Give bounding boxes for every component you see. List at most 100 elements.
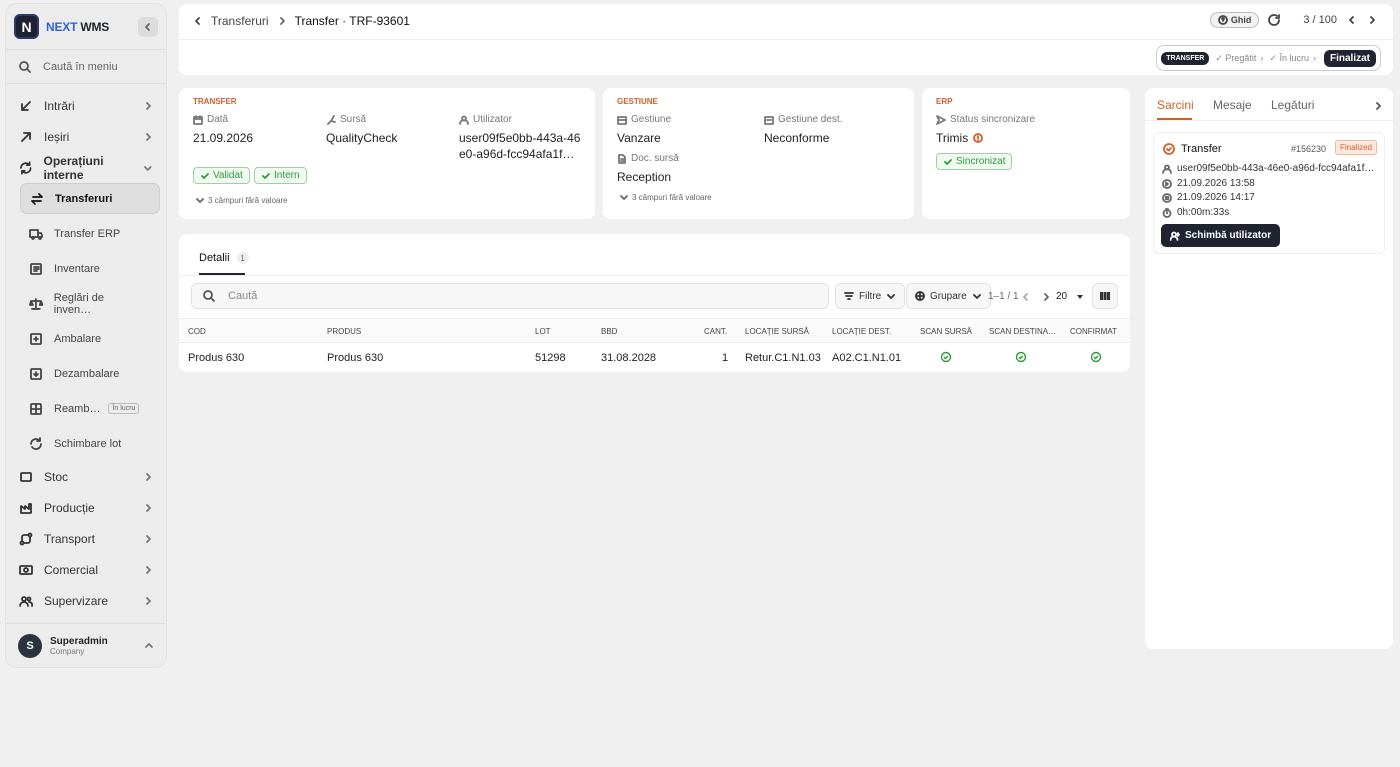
change-user-button[interactable]: Schimbă utilizator xyxy=(1161,224,1281,247)
section-title: TRANSFER xyxy=(193,97,237,106)
column-header[interactable]: Cant. xyxy=(704,327,727,336)
columns-icon xyxy=(1100,292,1110,300)
nav-sub-ambalare[interactable]: Ambalare xyxy=(6,321,166,356)
source-icon xyxy=(327,114,336,125)
menu-search[interactable]: Caută în meniu xyxy=(6,50,166,84)
column-header[interactable]: Cod xyxy=(188,327,206,336)
chevron-right-icon xyxy=(146,534,151,543)
brand-wms: WMS xyxy=(80,19,110,34)
nav-sub-transfer-erp[interactable]: Transfer ERP xyxy=(6,216,166,251)
nav-sub-reglari[interactable]: Reglări de inven… xyxy=(6,286,166,321)
column-header[interactable]: BBD xyxy=(601,327,617,336)
cell-bbd: 31.08.2028 xyxy=(601,352,657,364)
nav-sub-dezambalare[interactable]: Dezambalare xyxy=(6,356,166,391)
nav-sub-inventare[interactable]: Inventare xyxy=(6,251,166,286)
nav-label: Transport xyxy=(44,531,95,546)
tag-label: Sincronizat xyxy=(956,156,1006,167)
task-card[interactable]: Transfer #156230 Finalized user09f5e0bb-… xyxy=(1153,132,1385,254)
field-doc-sursa: Doc. sursă Reception xyxy=(617,153,679,185)
chevron-right-icon xyxy=(146,565,151,574)
tab-legaturi[interactable]: Legături xyxy=(1271,98,1314,112)
check-circle-icon xyxy=(1015,351,1027,363)
field-source: Sursă QualityCheck xyxy=(326,114,397,146)
nav-comercial[interactable]: Comercial xyxy=(6,554,166,585)
nav-sub-label: Transferuri xyxy=(55,192,113,205)
column-header[interactable]: Scan sursă xyxy=(920,327,972,336)
clipboard-list-icon xyxy=(30,262,42,275)
column-header[interactable]: Locație dest. xyxy=(832,327,891,336)
nav-sub-label: Reamb… xyxy=(54,402,101,415)
breadcrumb-parent[interactable]: Transferuri xyxy=(211,14,269,28)
package-grid-icon xyxy=(30,402,42,415)
column-header[interactable]: Lot xyxy=(535,327,551,336)
nav-productie[interactable]: Producție xyxy=(6,492,166,523)
show-empty-fields[interactable]: 3 câmpuri fără valoare xyxy=(619,192,712,202)
column-header[interactable]: Confirmat xyxy=(1070,327,1117,336)
guide-label: Ghid xyxy=(1230,15,1252,25)
nav-sub-label: Inventare xyxy=(54,262,100,275)
card-transfer: TRANSFER Dată 21.09.2026 Sursă QualityCh… xyxy=(179,88,595,219)
page-size-select[interactable]: 20 xyxy=(1056,291,1067,302)
side-panel: Sarcini Mesaje Legături Transfer #156230… xyxy=(1145,88,1393,649)
next-page-icon[interactable] xyxy=(1041,292,1051,302)
nav-sub-schimbare-lot[interactable]: Schimbare lot xyxy=(6,426,166,461)
check-icon xyxy=(201,172,209,179)
nav-sub-reambalare[interactable]: Reamb… În lucru xyxy=(6,391,166,426)
nav-sub-label: Ambalare xyxy=(54,332,102,345)
task-duration: 0h:00m:33s xyxy=(1177,207,1230,218)
chevron-up-icon xyxy=(145,642,153,648)
refresh-icon[interactable] xyxy=(1267,13,1281,27)
column-header[interactable]: Produs xyxy=(327,327,361,336)
tab-detalii[interactable]: Detalii 1 xyxy=(199,252,249,264)
filters-button[interactable]: Filtre xyxy=(835,283,906,309)
calendar-icon xyxy=(193,114,203,125)
back-icon[interactable] xyxy=(193,16,203,26)
step-pregatit[interactable]: ✓ Pregătit xyxy=(1215,53,1256,64)
step-finalizat[interactable]: Finalizat xyxy=(1323,49,1376,67)
group-button[interactable]: Grupare xyxy=(906,283,991,309)
nav-transport[interactable]: Transport xyxy=(6,523,166,554)
chevron-down-icon xyxy=(144,165,152,171)
prev-record-icon[interactable] xyxy=(1345,13,1359,27)
field-label: Dată xyxy=(207,114,229,125)
user-menu[interactable]: S Superadmin Company xyxy=(6,623,166,667)
step-in-lucru[interactable]: ✓ În lucru xyxy=(1269,53,1309,64)
nav-intrari[interactable]: Intrări xyxy=(6,90,166,121)
guide-button[interactable]: Ghid xyxy=(1209,12,1260,28)
collapse-sidebar-button[interactable] xyxy=(138,16,158,37)
field-value: Trimis xyxy=(936,131,969,145)
section-title: GESTIUNE xyxy=(617,97,658,106)
table-header: Cod Produs Lot BBD Cant. Locație sursă L… xyxy=(179,318,1130,343)
show-empty-fields[interactable]: 3 câmpuri fără valoare xyxy=(195,195,288,205)
check-icon xyxy=(944,158,952,165)
field-gestiune: Gestiune Vanzare xyxy=(617,114,671,146)
check-circle-icon xyxy=(940,351,952,363)
lines-search-input[interactable]: Caută xyxy=(191,283,829,309)
tab-sarcini[interactable]: Sarcini xyxy=(1157,98,1194,112)
columns-button[interactable] xyxy=(1092,283,1118,309)
sidebar: N NEXT WMS Caută în meniu Intrări Ieșiri… xyxy=(6,4,166,667)
repeat-icon xyxy=(30,436,42,450)
column-header[interactable]: Locație sursă xyxy=(745,327,809,336)
nav-supervizare[interactable]: Supervizare xyxy=(6,585,166,616)
page-header: Transferuri Transfer · TRF-93601 Ghid 3 … xyxy=(179,4,1393,75)
nav-operatiuni-interne[interactable]: Operațiuni interne xyxy=(6,152,166,183)
cell-lot: 51298 xyxy=(535,352,566,364)
alert-circle-icon[interactable] xyxy=(973,133,984,143)
filters-label: Filtre xyxy=(859,290,882,302)
nav-sub-transferuri[interactable]: Transferuri xyxy=(20,183,160,214)
prev-page-icon[interactable] xyxy=(1021,292,1031,302)
caret-down-icon[interactable] xyxy=(1075,292,1085,302)
nav-iesiri[interactable]: Ieșiri xyxy=(6,121,166,152)
nav-stoc[interactable]: Stoc xyxy=(6,461,166,492)
pagination-range: 1–1 / 1 xyxy=(988,291,1019,302)
column-header[interactable]: Scan destina… xyxy=(989,327,1056,336)
chevron-right-icon[interactable] xyxy=(1373,101,1383,111)
tab-mesaje[interactable]: Mesaje xyxy=(1213,98,1252,112)
nav-label: Ieșiri xyxy=(44,129,70,144)
nav-sub-label: Transfer ERP xyxy=(54,227,121,240)
next-record-icon[interactable] xyxy=(1365,13,1379,27)
swap-arrows-icon xyxy=(31,192,43,205)
check-circle-icon xyxy=(1090,351,1102,363)
timer-icon xyxy=(1162,207,1172,218)
